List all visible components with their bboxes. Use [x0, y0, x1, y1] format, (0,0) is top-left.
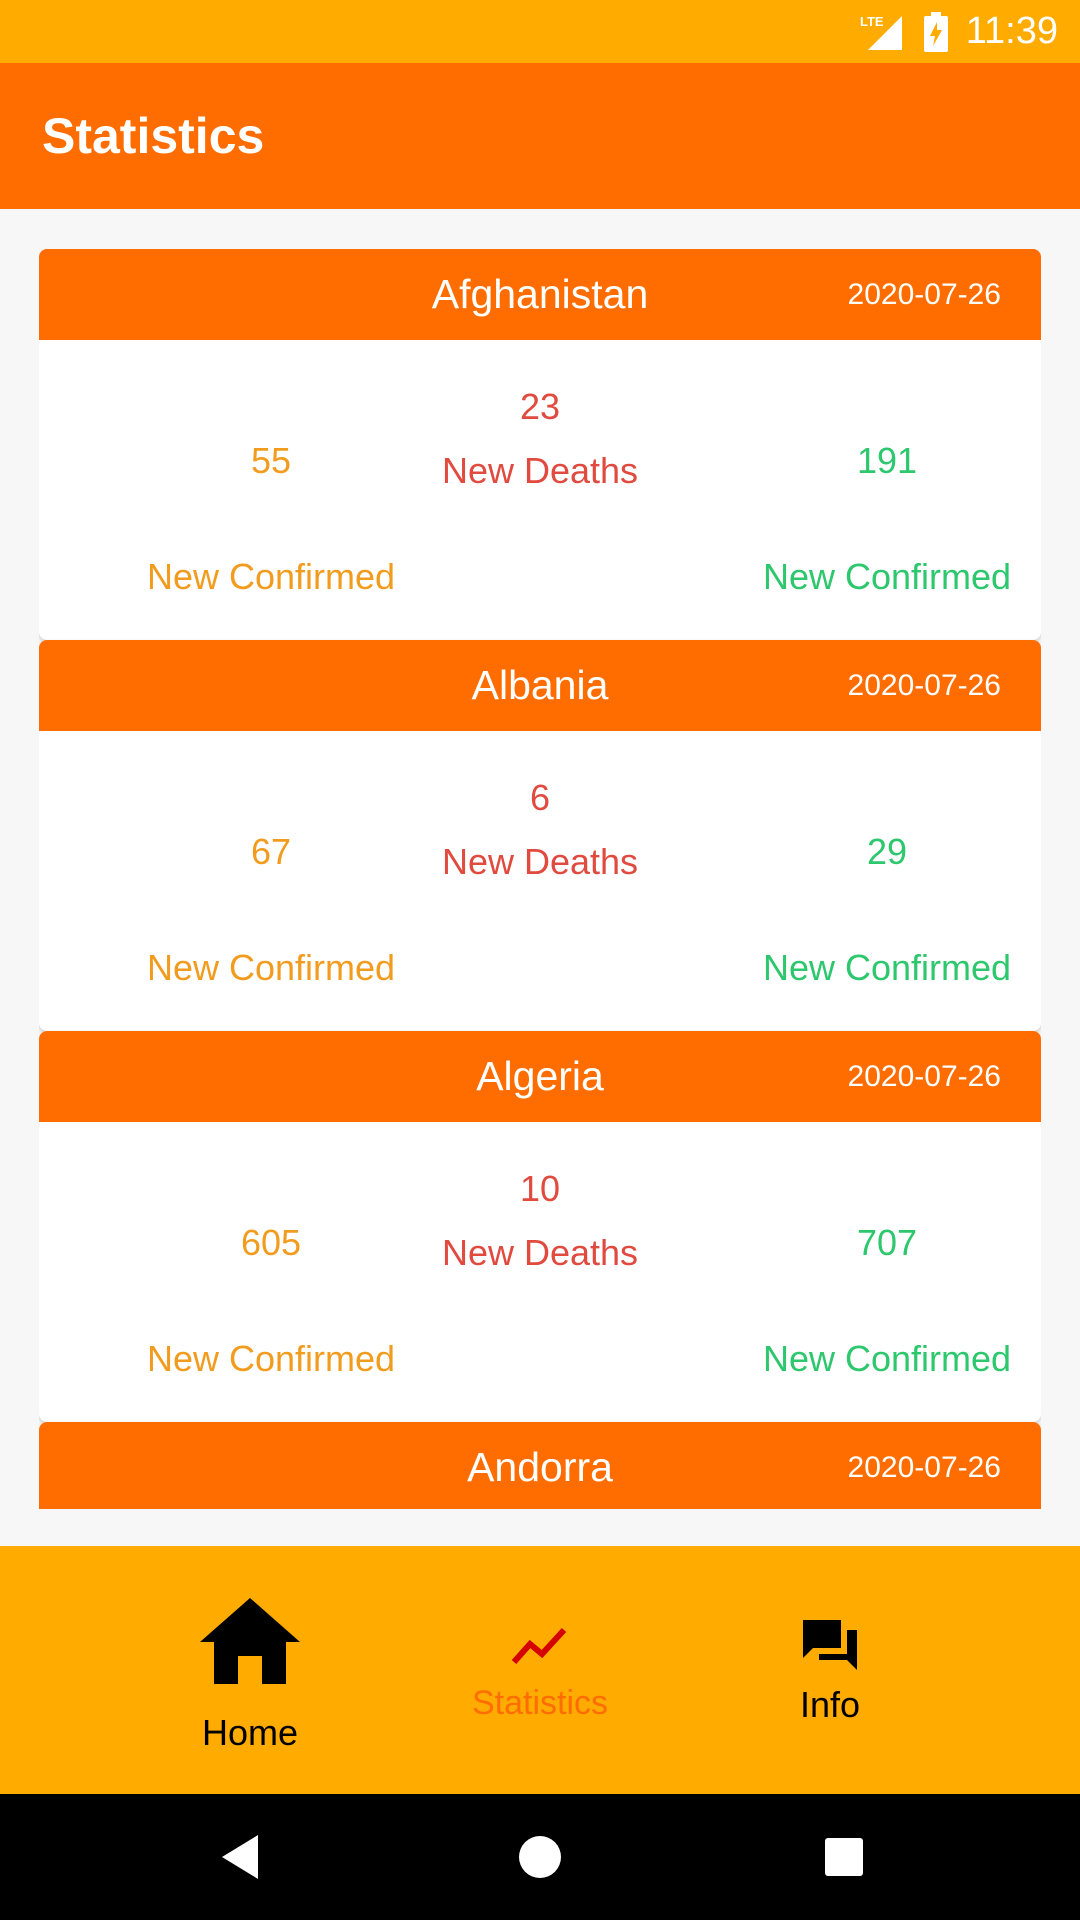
deaths-label: New Deaths — [441, 1232, 639, 1273]
recovered-value: 191 — [856, 440, 918, 481]
circle-home-icon — [519, 1836, 561, 1878]
trending-icon — [410, 1626, 670, 1666]
system-navigation-bar — [0, 1794, 1080, 1920]
card-header: Albania 2020-07-26 — [39, 640, 1041, 731]
nav-home[interactable]: Home — [120, 1546, 380, 1794]
country-card-afghanistan[interactable]: Afghanistan 2020-07-26 55 New Confirmed … — [39, 249, 1041, 640]
country-card-algeria[interactable]: Algeria 2020-07-26 605 New Confirmed 10 … — [39, 1031, 1041, 1422]
square-recents-icon — [825, 1838, 863, 1876]
card-header: Algeria 2020-07-26 — [39, 1031, 1041, 1122]
card-header: Afghanistan 2020-07-26 — [39, 249, 1041, 340]
recovered-label: New Confirmed — [762, 1338, 1012, 1379]
deaths-value: 6 — [529, 777, 551, 818]
confirmed-label: New Confirmed — [146, 1338, 396, 1379]
svg-text:LTE: LTE — [860, 14, 884, 29]
report-date: 2020-07-26 — [847, 669, 1001, 702]
clock: 11:39 — [965, 10, 1058, 52]
deaths-value: 10 — [519, 1168, 561, 1209]
home-icon — [120, 1598, 380, 1684]
bottom-navigation: Home Statistics Info — [0, 1546, 1080, 1794]
app-bar: Statistics — [0, 63, 1080, 209]
nav-info[interactable]: Info — [700, 1546, 960, 1794]
card-header: Andorra 2020-07-26 — [39, 1422, 1041, 1509]
deaths-value: 23 — [519, 386, 561, 427]
status-bar: LTE 11:39 — [0, 0, 1080, 63]
battery-charging-icon — [923, 11, 948, 52]
deaths-label: New Deaths — [441, 841, 639, 882]
report-date: 2020-07-26 — [847, 1451, 1001, 1484]
report-date: 2020-07-26 — [847, 278, 1001, 311]
page-title: Statistics — [42, 108, 265, 164]
recovered-label: New Confirmed — [762, 556, 1012, 597]
recovered-value: 707 — [856, 1222, 918, 1263]
country-stats-list[interactable]: Afghanistan 2020-07-26 55 New Confirmed … — [39, 249, 1041, 1509]
recents-button[interactable] — [784, 1794, 904, 1920]
home-system-button[interactable] — [480, 1794, 600, 1920]
forum-icon — [700, 1618, 960, 1672]
country-card-albania[interactable]: Albania 2020-07-26 67 New Confirmed 6 Ne… — [39, 640, 1041, 1031]
lte-signal-icon: LTE — [858, 12, 906, 52]
confirmed-label: New Confirmed — [146, 556, 396, 597]
back-button[interactable] — [180, 1794, 300, 1920]
country-card-andorra[interactable]: Andorra 2020-07-26 — [39, 1422, 1041, 1509]
nav-home-label: Home — [201, 1712, 299, 1753]
nav-statistics-label: Statistics — [471, 1684, 609, 1722]
back-icon — [222, 1835, 258, 1879]
nav-statistics[interactable]: Statistics — [410, 1546, 670, 1794]
report-date: 2020-07-26 — [847, 1060, 1001, 1093]
nav-info-label: Info — [799, 1684, 861, 1725]
confirmed-label: New Confirmed — [146, 947, 396, 988]
deaths-label: New Deaths — [441, 450, 639, 491]
recovered-value: 29 — [866, 831, 908, 872]
recovered-label: New Confirmed — [762, 947, 1012, 988]
